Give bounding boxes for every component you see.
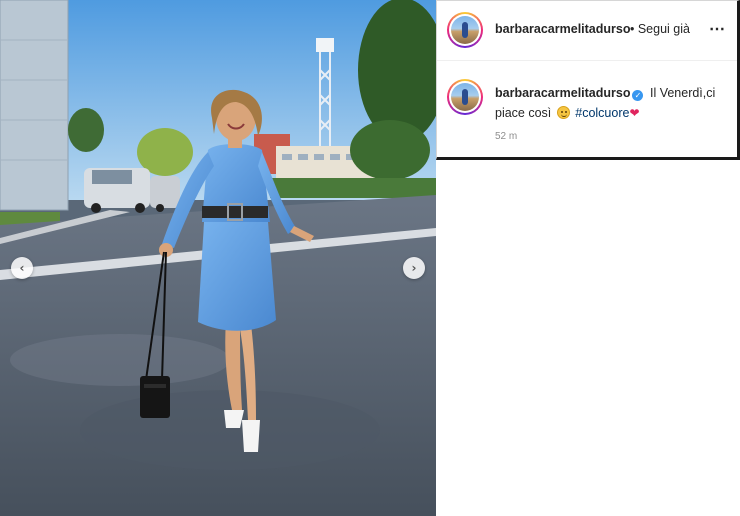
caption-avatar[interactable] [447,79,483,115]
verified-badge-icon: ✓ [632,90,644,101]
caption-row: barbaracarmelitadurso ✓ Il Venerdì,ci pia… [437,61,737,157]
caption-username-link[interactable]: barbaracarmelitadurso [495,86,630,100]
following-label[interactable]: • Segui già [630,22,690,36]
chevron-left-icon: ‹ [19,261,25,275]
photo-scene [0,0,436,516]
next-photo-button[interactable]: › [403,257,425,279]
caption: barbaracarmelitadurso ✓ Il Venerdì,ci pia… [495,83,733,123]
avatar-image [451,16,479,44]
avatar[interactable] [447,12,483,48]
previous-photo-button[interactable]: ‹ [11,257,33,279]
more-options-icon[interactable]: ⋯ [709,19,726,39]
hashtag-link[interactable]: #colcuore [575,106,629,120]
smiling-face-emoji-icon [556,106,570,119]
caption-avatar-image [451,83,479,111]
post-photo[interactable]: ‹ › [0,0,436,516]
post-header: barbaracarmelitadurso • Segui già ⋯ [437,1,737,61]
chevron-right-icon: › [411,261,417,275]
post-panel: barbaracarmelitadurso • Segui già ⋯ barb… [436,0,740,160]
header-username-link[interactable]: barbaracarmelitadurso [495,22,630,36]
red-heart-emoji-icon: ❤ [629,106,640,120]
post-timestamp[interactable]: 52 m [495,131,517,142]
